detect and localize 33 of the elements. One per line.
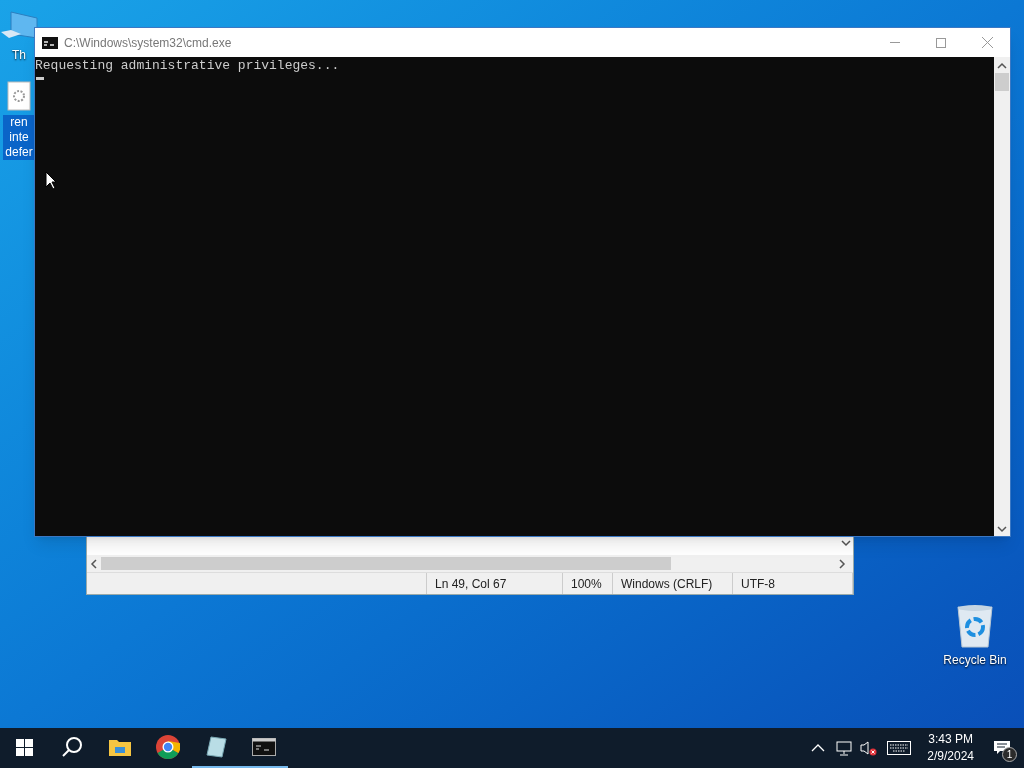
status-text: 100% <box>563 573 613 594</box>
folder-icon <box>109 738 131 756</box>
chevron-up-icon[interactable] <box>811 743 826 753</box>
windows-logo-icon <box>15 738 33 756</box>
desktop-icon-label[interactable]: Recycle Bin <box>941 653 1009 668</box>
gear-file-icon <box>7 81 31 111</box>
scrollbar-thumb[interactable] <box>995 73 1009 91</box>
desktop-icon-label[interactable]: ren inte defer <box>3 115 35 160</box>
status-text: UTF-8 <box>733 573 853 594</box>
console-line: Requesting administrative privileges... <box>35 58 341 74</box>
notification-button[interactable]: 1 <box>982 728 1022 768</box>
scroll-down-icon[interactable] <box>841 539 851 547</box>
notification-badge: 1 <box>1002 747 1017 762</box>
keyboard-icon[interactable] <box>887 741 912 755</box>
recycle-bin-icon <box>955 603 995 649</box>
close-icon <box>981 37 993 48</box>
notepad-icon <box>205 735 227 759</box>
horizontal-scrollbar[interactable] <box>87 555 853 572</box>
vertical-scrollbar[interactable] <box>994 57 1010 536</box>
clock[interactable]: 3:43 PM 2/9/2024 <box>919 731 982 765</box>
status-text: Windows (CRLF) <box>613 573 733 594</box>
browser-logo-icon <box>156 735 180 759</box>
minimize-icon <box>890 42 900 43</box>
window-title: C:\Windows\system32\cmd.exe <box>64 34 233 52</box>
maximize-icon <box>936 37 946 48</box>
cursor-icon <box>45 171 57 190</box>
search-icon <box>61 736 83 758</box>
console-icon <box>252 738 276 756</box>
network-icon[interactable] <box>835 740 854 756</box>
console-icon <box>42 36 58 49</box>
status-text: Ln 49, Col 67 <box>427 573 563 594</box>
speaker-icon[interactable] <box>859 740 878 756</box>
scrollbar-thumb[interactable] <box>101 557 671 570</box>
